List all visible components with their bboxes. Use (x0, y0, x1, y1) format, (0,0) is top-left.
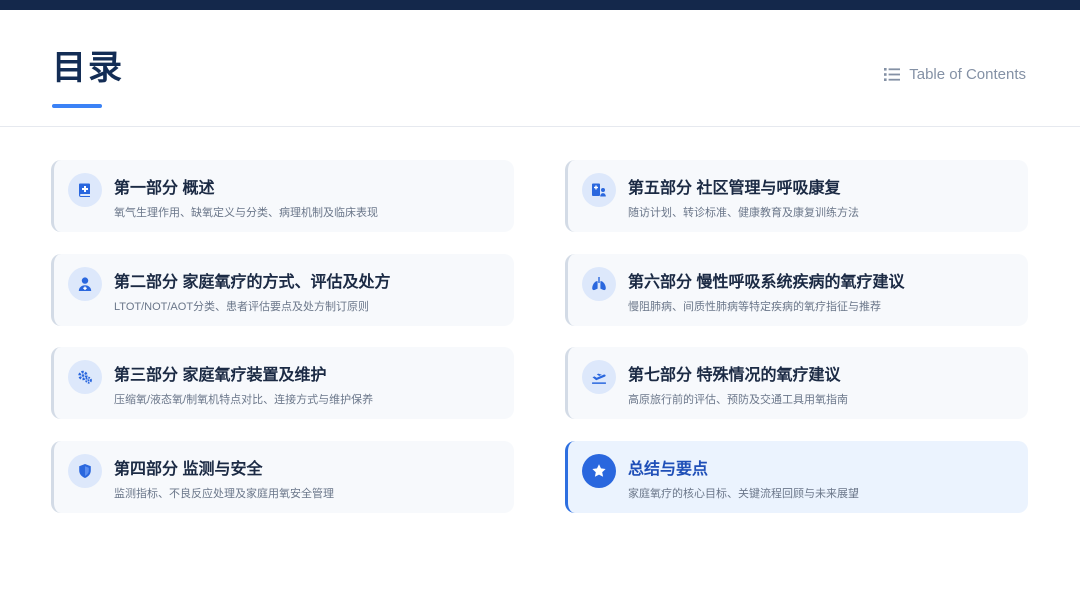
book-medical-icon (68, 173, 102, 207)
toc-item-title: 总结与要点 (628, 461, 709, 478)
toc-item-desc: 氧气生理作用、缺氧定义与分类、病理机制及临床表现 (114, 207, 378, 219)
toc-item-desc: LTOT/NOT/AOT分类、患者评估要点及处方制订原则 (114, 301, 370, 313)
title-underline (52, 104, 102, 108)
toc-item-summary[interactable]: 总结与要点 家庭氧疗的核心目标、关键流程回顾与未来展望 (565, 441, 1028, 513)
toc-item-part-7[interactable]: 第七部分 特殊情况的氧疗建议 高原旅行前的评估、预防及交通工具用氧指南 (565, 347, 1028, 419)
page-title: 目录 (52, 49, 124, 87)
toc-item-title: 第一部分 概述 (114, 180, 215, 197)
toc-item-title: 第五部分 社区管理与呼吸康复 (628, 180, 841, 197)
toc-item-title: 第六部分 慢性呼吸系统疾病的氧疗建议 (628, 274, 905, 291)
toc-item-part-6[interactable]: 第六部分 慢性呼吸系统疾病的氧疗建议 慢阻肺病、间质性肺病等特定疾病的氧疗指征与… (565, 254, 1028, 326)
toc-label: Table of Contents (909, 66, 1026, 83)
hospital-user-icon (582, 173, 616, 207)
toc-item-part-1[interactable]: 第一部分 概述 氧气生理作用、缺氧定义与分类、病理机制及临床表现 (51, 160, 514, 232)
toc-item-part-4[interactable]: 第四部分 监测与安全 监测指标、不良反应处理及家庭用氧安全管理 (51, 441, 514, 513)
shield-icon (68, 454, 102, 488)
toc-item-desc: 高原旅行前的评估、预防及交通工具用氧指南 (628, 394, 848, 406)
toc-item-desc: 监测指标、不良反应处理及家庭用氧安全管理 (114, 488, 334, 500)
toc-item-desc: 慢阻肺病、间质性肺病等特定疾病的氧疗指征与推荐 (628, 301, 881, 313)
toc-item-title: 第七部分 特殊情况的氧疗建议 (628, 367, 841, 384)
toc-item-desc: 随访计划、转诊标准、健康教育及康复训练方法 (628, 207, 859, 219)
toc-item-part-3[interactable]: 第三部分 家庭氧疗装置及维护 压缩氧/液态氧/制氧机特点对比、连接方式与维护保养 (51, 347, 514, 419)
lungs-icon (582, 267, 616, 301)
list-icon (884, 68, 901, 81)
user-doctor-icon (68, 267, 102, 301)
toc-item-part-5[interactable]: 第五部分 社区管理与呼吸康复 随访计划、转诊标准、健康教育及康复训练方法 (565, 160, 1028, 232)
top-accent-bar (0, 0, 1080, 10)
toc-item-desc: 家庭氧疗的核心目标、关键流程回顾与未来展望 (628, 488, 859, 500)
toc-item-title: 第三部分 家庭氧疗装置及维护 (114, 367, 327, 384)
page-header: 目录 Table of Contents (0, 10, 1080, 127)
toc-item-desc: 压缩氧/液态氧/制氧机特点对比、连接方式与维护保养 (114, 394, 374, 406)
gears-icon (68, 360, 102, 394)
star-icon (582, 454, 616, 488)
toc-item-title: 第四部分 监测与安全 (114, 461, 263, 478)
toc-item-title: 第二部分 家庭氧疗的方式、评估及处方 (114, 274, 391, 291)
toc-item-part-2[interactable]: 第二部分 家庭氧疗的方式、评估及处方 LTOT/NOT/AOT分类、患者评估要点… (51, 254, 514, 326)
plane-departure-icon (582, 360, 616, 394)
toc-label-group: Table of Contents (884, 66, 1026, 83)
